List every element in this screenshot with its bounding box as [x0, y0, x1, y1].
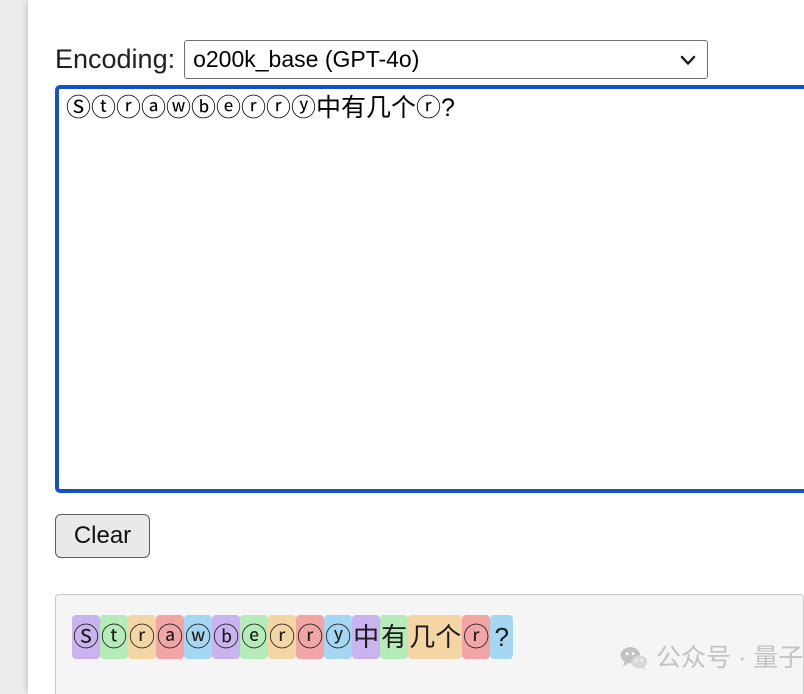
clear-button[interactable]: Clear: [55, 514, 150, 558]
encoding-row: Encoding: o200k_base (GPT-4o): [55, 40, 709, 79]
text-input-area[interactable]: Ⓢⓣⓡⓐⓦⓑⓔⓡⓡⓨ中有几个ⓡ?: [55, 85, 804, 493]
token-chip[interactable]: ⓐ: [156, 615, 185, 659]
token-chip[interactable]: Ⓢ: [72, 615, 101, 659]
token-list: Ⓢⓣ ⓡ ⓐ ⓦ ⓑ ⓔ ⓡ ⓡ ⓨ 中有几个 ⓡ?: [72, 615, 514, 659]
token-chip[interactable]: ⓦ: [184, 615, 213, 659]
page-card: Encoding: o200k_base (GPT-4o) Ⓢⓣⓡⓐⓦⓑⓔⓡⓡⓨ…: [28, 0, 804, 694]
token-chip[interactable]: ⓡ: [462, 615, 491, 659]
app-root: Encoding: o200k_base (GPT-4o) Ⓢⓣⓡⓐⓦⓑⓔⓡⓡⓨ…: [0, 0, 804, 694]
token-chip[interactable]: ⓑ: [212, 615, 241, 659]
encoding-select[interactable]: o200k_base (GPT-4o): [184, 40, 709, 79]
token-chip[interactable]: 有: [380, 615, 409, 659]
token-chip[interactable]: ⓡ: [268, 615, 297, 659]
tokens-panel: Ⓢⓣ ⓡ ⓐ ⓦ ⓑ ⓔ ⓡ ⓡ ⓨ 中有几个 ⓡ?: [55, 594, 804, 694]
token-chip[interactable]: ⓔ: [240, 615, 269, 659]
encoding-label: Encoding:: [55, 44, 176, 74]
token-chip[interactable]: ⓡ: [128, 615, 157, 659]
token-chip[interactable]: ⓨ: [324, 615, 353, 659]
token-chip[interactable]: 中: [352, 615, 381, 659]
encoding-selected-value: o200k_base (GPT-4o): [193, 46, 420, 72]
token-chip[interactable]: ⓡ: [296, 615, 325, 659]
token-chip[interactable]: ?: [490, 615, 514, 659]
chevron-down-icon: [679, 51, 697, 69]
token-chip[interactable]: ⓣ: [100, 615, 129, 659]
token-chip[interactable]: 几个: [408, 615, 463, 659]
text-input-value: Ⓢⓣⓡⓐⓦⓑⓔⓡⓡⓨ中有几个ⓡ?: [66, 94, 455, 122]
